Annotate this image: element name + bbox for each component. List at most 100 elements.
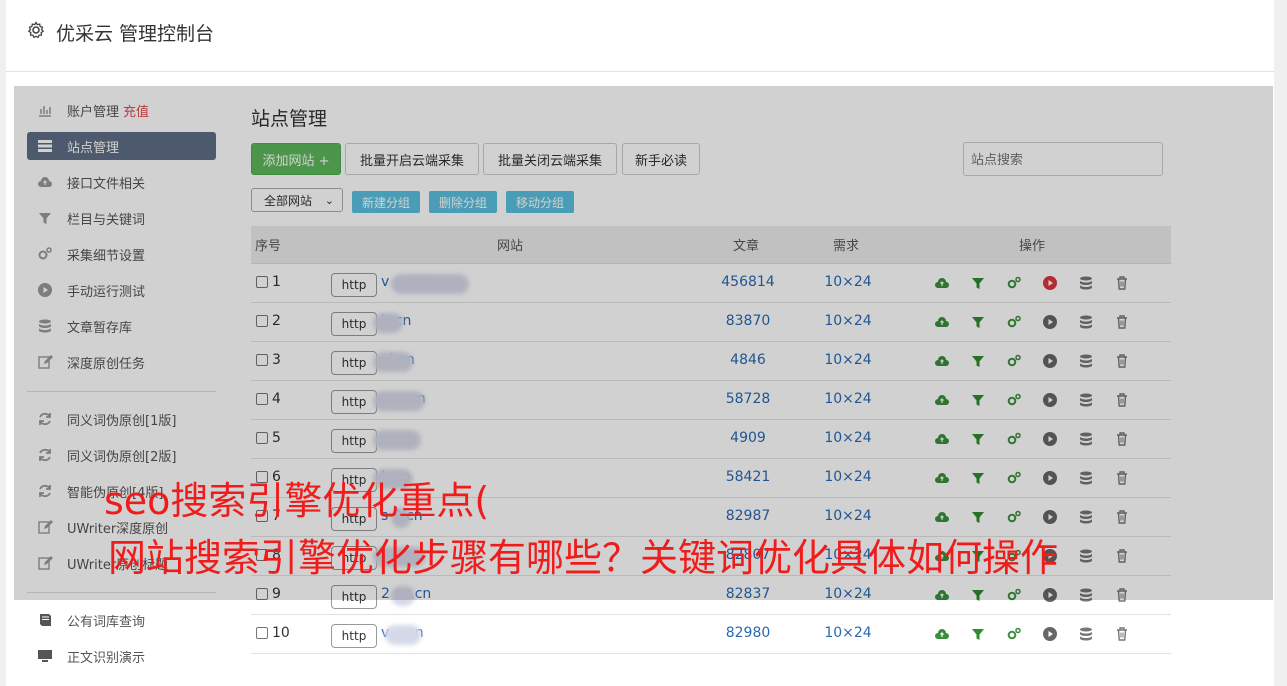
database-icon[interactable] (1078, 314, 1094, 330)
trash-icon[interactable] (1114, 626, 1130, 642)
trash-icon[interactable] (1114, 392, 1130, 408)
play-circle-icon[interactable] (1042, 392, 1058, 408)
cloud-upload-icon[interactable] (934, 314, 950, 330)
batch-close-cloud-button[interactable]: 批量关闭云端采集 (483, 143, 617, 175)
filter-icon[interactable] (970, 353, 986, 369)
filter-icon[interactable] (970, 470, 986, 486)
database-icon[interactable] (1078, 548, 1094, 564)
cloud-upload-icon[interactable] (934, 275, 950, 291)
database-icon[interactable] (1078, 275, 1094, 291)
trash-icon[interactable] (1114, 470, 1130, 486)
http-tag[interactable]: http (331, 312, 377, 336)
cloud-upload-icon[interactable] (934, 353, 950, 369)
row-checkbox[interactable] (256, 432, 268, 444)
move-group-button[interactable]: 移动分组 (506, 191, 574, 213)
http-tag[interactable]: http (331, 429, 377, 453)
row-checkbox[interactable] (256, 627, 268, 639)
sidebar-item-interface-files[interactable]: 接口文件相关 (27, 168, 216, 196)
sidebar-item-manual-run[interactable]: 手动运行测试 (27, 276, 216, 304)
cogs-icon[interactable] (1006, 626, 1022, 642)
sidebar-item-deep-original[interactable]: 深度原创任务 (27, 348, 216, 376)
cogs-icon[interactable] (1006, 431, 1022, 447)
http-tag[interactable]: http (331, 351, 377, 375)
article-count[interactable]: 83870 (698, 313, 798, 329)
sidebar-item-site-management[interactable]: 站点管理 (27, 132, 216, 160)
sidebar-item-account[interactable]: 账户管理 充值 (27, 96, 216, 124)
site-search-input[interactable] (963, 142, 1163, 176)
group-select[interactable]: 全部网站 ⌄ (251, 188, 343, 212)
database-icon[interactable] (1078, 470, 1094, 486)
filter-icon[interactable] (970, 314, 986, 330)
http-tag[interactable]: http (331, 390, 377, 414)
filter-icon[interactable] (970, 509, 986, 525)
article-count[interactable]: 58728 (698, 391, 798, 407)
trash-icon[interactable] (1114, 275, 1130, 291)
article-count[interactable]: 82837 (698, 586, 798, 602)
cloud-upload-icon[interactable] (934, 431, 950, 447)
http-tag[interactable]: http (331, 624, 377, 648)
row-checkbox[interactable] (256, 354, 268, 366)
database-icon[interactable] (1078, 392, 1094, 408)
demand-value[interactable]: 10×24 (798, 313, 898, 329)
trash-icon[interactable] (1114, 509, 1130, 525)
sidebar-item-public-lexicon[interactable]: 公有词库查询 (27, 606, 216, 634)
cogs-icon[interactable] (1006, 509, 1022, 525)
demand-value[interactable]: 10×24 (798, 586, 898, 602)
delete-group-button[interactable]: 删除分组 (429, 191, 497, 213)
row-checkbox[interactable] (256, 315, 268, 327)
play-circle-icon[interactable] (1042, 509, 1058, 525)
demand-value[interactable]: 10×24 (798, 391, 898, 407)
batch-open-cloud-button[interactable]: 批量开启云端采集 (345, 143, 479, 175)
sidebar-item-article-storage[interactable]: 文章暂存库 (27, 312, 216, 340)
filter-icon[interactable] (970, 392, 986, 408)
demand-value[interactable]: 10×24 (798, 430, 898, 446)
filter-icon[interactable] (970, 587, 986, 603)
filter-icon[interactable] (970, 275, 986, 291)
add-site-button[interactable]: 添加网站 + (251, 143, 341, 175)
play-circle-icon[interactable] (1042, 431, 1058, 447)
trash-icon[interactable] (1114, 548, 1130, 564)
play-circle-icon[interactable] (1042, 470, 1058, 486)
sidebar-item-columns-keywords[interactable]: 栏目与关键词 (27, 204, 216, 232)
sidebar-item-synonym-v2[interactable]: 同义词伪原创[2版] (27, 441, 216, 469)
article-count[interactable]: 456814 (698, 274, 798, 290)
cogs-icon[interactable] (1006, 470, 1022, 486)
sidebar-item-synonym-v1[interactable]: 同义词伪原创[1版] (27, 405, 216, 433)
play-circle-icon[interactable] (1042, 626, 1058, 642)
trash-icon[interactable] (1114, 314, 1130, 330)
cloud-upload-icon[interactable] (934, 470, 950, 486)
database-icon[interactable] (1078, 509, 1094, 525)
demand-value[interactable]: 10×24 (798, 274, 898, 290)
demand-value[interactable]: 10×24 (798, 352, 898, 368)
article-count[interactable]: 82987 (698, 508, 798, 524)
play-circle-icon[interactable] (1042, 353, 1058, 369)
cogs-icon[interactable] (1006, 275, 1022, 291)
play-circle-icon[interactable] (1042, 587, 1058, 603)
cloud-upload-icon[interactable] (934, 392, 950, 408)
trash-icon[interactable] (1114, 431, 1130, 447)
trash-icon[interactable] (1114, 587, 1130, 603)
demand-value[interactable]: 10×24 (798, 625, 898, 641)
play-circle-icon[interactable] (1042, 275, 1058, 291)
cloud-upload-icon[interactable] (934, 626, 950, 642)
http-tag[interactable]: http (331, 585, 377, 609)
http-tag[interactable]: http (331, 273, 377, 297)
database-icon[interactable] (1078, 626, 1094, 642)
row-checkbox[interactable] (256, 393, 268, 405)
demand-value[interactable]: 10×24 (798, 508, 898, 524)
database-icon[interactable] (1078, 431, 1094, 447)
row-checkbox[interactable] (256, 276, 268, 288)
cloud-upload-icon[interactable] (934, 587, 950, 603)
recharge-link[interactable]: 充值 (123, 101, 149, 120)
demand-value[interactable]: 10×24 (798, 469, 898, 485)
cogs-icon[interactable] (1006, 353, 1022, 369)
article-count[interactable]: 4846 (698, 352, 798, 368)
article-count[interactable]: 58421 (698, 469, 798, 485)
filter-icon[interactable] (970, 626, 986, 642)
newbie-guide-button[interactable]: 新手必读 (622, 143, 700, 175)
database-icon[interactable] (1078, 353, 1094, 369)
sidebar-item-collection-settings[interactable]: 采集细节设置 (27, 240, 216, 268)
cogs-icon[interactable] (1006, 587, 1022, 603)
article-count[interactable]: 4909 (698, 430, 798, 446)
filter-icon[interactable] (970, 431, 986, 447)
